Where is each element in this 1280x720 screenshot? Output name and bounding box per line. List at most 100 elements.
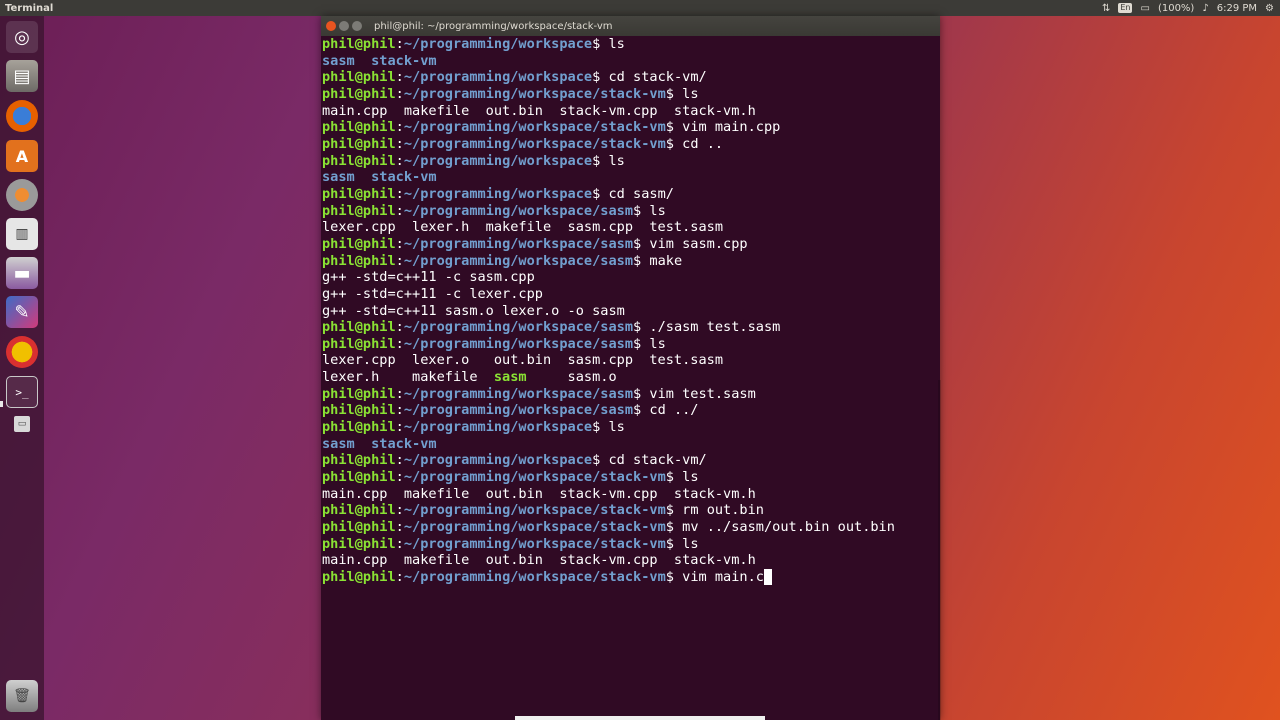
time-display[interactable]: 6:29 PM	[1217, 3, 1257, 14]
battery-percent[interactable]: (100%)	[1158, 3, 1194, 14]
files-icon[interactable]: ▤	[6, 60, 38, 92]
window-icon[interactable]: ▭	[14, 416, 30, 432]
terminal-command-line: phil@phil:~/programming/workspace/stack-…	[322, 569, 939, 586]
terminal-output-line: g++ -std=c++11 -c sasm.cpp	[322, 269, 939, 286]
prompt-separator: :	[395, 519, 404, 536]
prompt-user: phil@phil	[322, 235, 396, 252]
prompt-path: ~/programming/workspace/stack-vm	[403, 519, 666, 536]
prompt-path: ~/programming/workspace/stack-vm	[403, 469, 666, 486]
terminal-command-line: phil@phil:~/programming/workspace/sasm$ …	[322, 386, 939, 403]
trash-icon[interactable]: 🗑	[6, 680, 38, 712]
prompt-separator: :	[395, 502, 404, 519]
terminal-command-line: phil@phil:~/programming/workspace/sasm$ …	[322, 402, 939, 419]
prompt-user: phil@phil	[322, 502, 396, 519]
prompt-user: phil@phil	[322, 469, 396, 486]
command-text: ls	[673, 85, 699, 102]
video-icon[interactable]: ▬	[6, 257, 38, 289]
command-text: vim main.c	[673, 569, 764, 585]
executable-entry: sasm	[493, 369, 527, 386]
prompt-symbol: $	[665, 469, 674, 486]
command-text: rm out.bin	[673, 502, 764, 519]
terminal-command-line: phil@phil:~/programming/workspace/stack-…	[322, 536, 939, 553]
terminal-output-line: sasm stack-vm	[322, 53, 939, 70]
terminal-window[interactable]: phil@phil: ~/programming/workspace/stack…	[321, 16, 940, 720]
prompt-separator: :	[395, 235, 404, 252]
terminal-icon[interactable]: >_	[6, 376, 38, 408]
dash-icon[interactable]: ◎	[6, 21, 38, 53]
prompt-symbol: $	[665, 535, 674, 552]
command-text: mv ../sasm/out.bin out.bin	[673, 519, 895, 536]
terminal-command-line: phil@phil:~/programming/workspace/sasm$ …	[322, 253, 939, 270]
command-text: ls	[641, 335, 666, 352]
keyboard-icon[interactable]: En	[1118, 3, 1133, 13]
terminal-command-line: phil@phil:~/programming/workspace$ cd sa…	[322, 186, 939, 203]
prompt-symbol: $	[633, 385, 642, 402]
prompt-separator: :	[395, 535, 404, 552]
command-text: ./sasm test.sasm	[641, 319, 781, 336]
maximize-button[interactable]	[352, 21, 362, 31]
title-bar[interactable]: phil@phil: ~/programming/workspace/stack…	[321, 16, 940, 36]
prompt-separator: :	[395, 419, 404, 436]
output-text: lexer.h makefile	[322, 369, 494, 386]
command-text: ls	[673, 535, 699, 552]
output-text: lexer.cpp lexer.o out.bin sasm.cpp test.…	[322, 352, 724, 369]
minimize-button[interactable]	[339, 21, 349, 31]
directory-entry: stack-vm	[371, 52, 437, 69]
command-text: cd sasm/	[600, 185, 674, 202]
terminal-output[interactable]: phil@phil:~/programming/workspace$ ls sas…	[322, 36, 939, 720]
prompt-user: phil@phil	[322, 152, 396, 169]
launcher: ◎ ▤ A ▥ ▬ ✎ >_ ▭ 🗑	[0, 16, 44, 720]
command-text: ls	[600, 36, 625, 52]
command-text: cd ../	[641, 402, 699, 419]
prompt-user: phil@phil	[322, 135, 396, 152]
terminal-command-line: phil@phil:~/programming/workspace$ ls	[322, 419, 939, 436]
prompt-user: phil@phil	[322, 419, 396, 436]
prompt-separator: :	[395, 335, 404, 352]
terminal-command-line: phil@phil:~/programming/workspace$ ls	[322, 36, 939, 53]
prompt-path: ~/programming/workspace/stack-vm	[403, 119, 666, 136]
command-text: ls	[673, 469, 699, 486]
prompt-separator: :	[395, 252, 404, 269]
prompt-path: ~/programming/workspace/sasm	[403, 202, 634, 219]
volume-icon[interactable]: ♪	[1202, 3, 1208, 14]
prompt-user: phil@phil	[322, 119, 396, 136]
network-icon[interactable]: ⇅	[1102, 3, 1110, 14]
prompt-path: ~/programming/workspace	[403, 36, 593, 52]
power-gear-icon[interactable]: ⚙	[1265, 3, 1274, 14]
terminal-output-line: main.cpp makefile out.bin stack-vm.cpp s…	[322, 552, 939, 569]
office-icon[interactable]: ▥	[6, 218, 38, 250]
output-text: g++ -std=c++11 -c lexer.cpp	[322, 285, 543, 302]
terminal-command-line: phil@phil:~/programming/workspace/stack-…	[322, 136, 939, 153]
directory-entry: sasm	[322, 52, 355, 69]
prompt-path: ~/programming/workspace/stack-vm	[403, 85, 666, 102]
terminal-command-line: phil@phil:~/programming/workspace/stack-…	[322, 519, 939, 536]
command-text: ls	[600, 419, 625, 436]
output-text: main.cpp makefile out.bin stack-vm.cpp s…	[322, 102, 756, 119]
close-button[interactable]	[326, 21, 336, 31]
software-center-icon[interactable]: A	[6, 140, 38, 172]
battery-icon[interactable]: ▭	[1140, 3, 1149, 14]
indicator-area: ⇅ En ▭ (100%) ♪ 6:29 PM ⚙	[1102, 3, 1280, 14]
prompt-user: phil@phil	[322, 569, 396, 585]
prompt-user: phil@phil	[322, 202, 396, 219]
terminal-output-line: sasm stack-vm	[322, 169, 939, 186]
prompt-path: ~/programming/workspace/sasm	[403, 385, 634, 402]
bottom-edge-bar	[515, 716, 765, 720]
command-text: ls	[600, 152, 625, 169]
drawing-icon[interactable]: ✎	[6, 296, 38, 328]
bsd-icon[interactable]	[6, 336, 38, 368]
app-title: Terminal	[5, 2, 54, 14]
prompt-symbol: $	[633, 235, 642, 252]
prompt-user: phil@phil	[322, 402, 396, 419]
terminal-command-line: phil@phil:~/programming/workspace$ ls	[322, 153, 939, 170]
system-settings-icon[interactable]	[6, 179, 38, 211]
prompt-symbol: $	[633, 335, 642, 352]
terminal-command-line: phil@phil:~/programming/workspace/sasm$ …	[322, 336, 939, 353]
output-text: lexer.cpp lexer.h makefile sasm.cpp test…	[322, 219, 724, 236]
prompt-symbol: $	[665, 135, 674, 152]
prompt-user: phil@phil	[322, 319, 396, 336]
output-text: g++ -std=c++11 sasm.o lexer.o -o sasm	[322, 302, 625, 319]
prompt-symbol: $	[665, 85, 674, 102]
firefox-icon[interactable]	[6, 100, 38, 132]
terminal-command-line: phil@phil:~/programming/workspace/stack-…	[322, 119, 939, 136]
